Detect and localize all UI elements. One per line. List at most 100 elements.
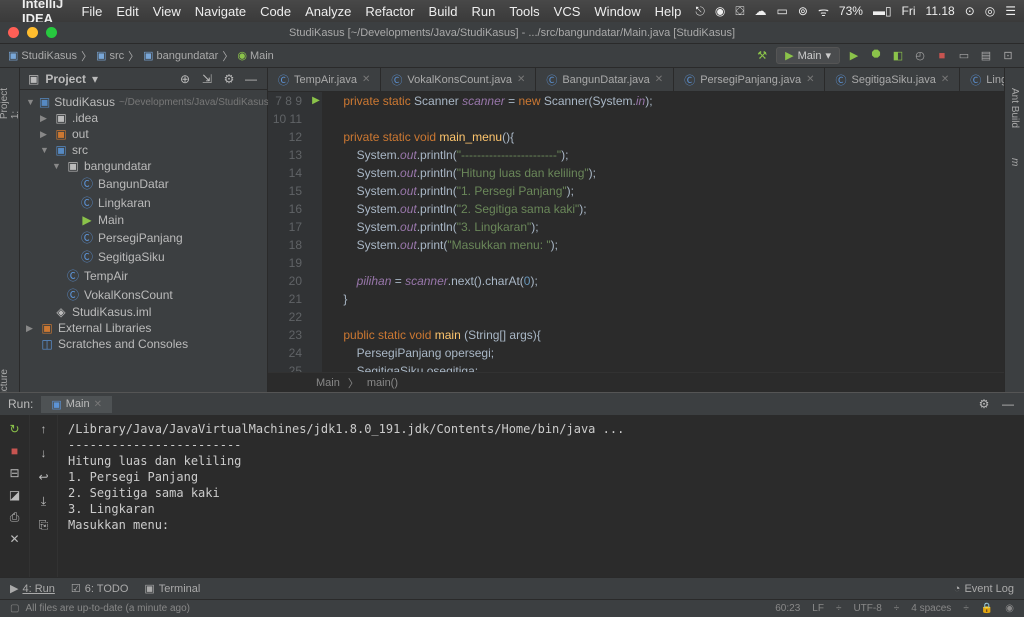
cloud-icon[interactable]: ☁ [755, 4, 767, 18]
down-icon[interactable]: ↓ [36, 445, 52, 461]
menu-edit[interactable]: Edit [116, 4, 138, 19]
profile-button[interactable]: ◴ [912, 48, 928, 64]
chevron-down-icon[interactable]: ▾ [92, 72, 98, 86]
editor-tab[interactable]: ⒸVokalKonsCount.java✕ [381, 68, 536, 91]
chevron-down-icon[interactable]: ▼ [52, 161, 62, 171]
breadcrumb-item[interactable]: ▣bangundatar [143, 49, 218, 62]
scroll-icon[interactable]: ⤓ [36, 493, 52, 509]
close-icon[interactable]: ✕ [517, 74, 525, 85]
event-log[interactable]: ◔Event Log [954, 583, 1014, 595]
lock-icon[interactable]: 🔒 [981, 603, 993, 614]
tree-item[interactable]: ◈StudiKasus.iml [26, 304, 261, 320]
tree-item-external-libs[interactable]: ▶▣External Libraries [26, 320, 261, 336]
export-icon[interactable]: ⎘ [36, 517, 52, 533]
tree-item[interactable]: ⒸPersegiPanjang [26, 228, 261, 247]
run-configuration-selector[interactable]: ▶ Main ▾ [776, 47, 840, 64]
siri-icon[interactable]: ◎ [985, 4, 995, 18]
menu-file[interactable]: File [81, 4, 102, 19]
chevron-right-icon[interactable]: ▶ [26, 323, 36, 334]
coverage-button[interactable]: ◧ [890, 48, 906, 64]
close-icon[interactable]: ✕ [655, 74, 663, 85]
gear-icon[interactable]: ⚙ [976, 396, 992, 412]
delete-icon[interactable]: ✕ [7, 531, 23, 547]
indent[interactable]: 4 spaces [911, 603, 951, 614]
console-output[interactable]: /Library/Java/JavaVirtualMachines/jdk1.8… [58, 415, 1024, 577]
tree-item[interactable]: ▼▣bangundatar [26, 158, 261, 174]
menu-code[interactable]: Code [260, 4, 291, 19]
tab-todo[interactable]: ☑6: TODO [71, 582, 128, 595]
panel-title[interactable]: Project [45, 72, 86, 86]
close-icon[interactable]: ✕ [941, 74, 949, 85]
code-editor[interactable]: 7 8 9 10 11 12 13 14 15 16 17 18 19 20 2… [268, 92, 1004, 372]
spotlight-icon[interactable]: ⊙ [965, 4, 975, 18]
menu-analyze[interactable]: Analyze [305, 4, 351, 19]
tree-item-scratches[interactable]: ◫Scratches and Consoles [26, 336, 261, 352]
tab-ant[interactable]: Ant Build [1009, 88, 1020, 128]
tree-item-root[interactable]: ▼ ▣ StudiKasus ~/Developments/Java/Studi… [26, 94, 261, 110]
pin-icon[interactable]: ◪ [7, 487, 23, 503]
tree-item[interactable]: ⒸTempAir [26, 266, 261, 285]
layout-icon[interactable]: ⊟ [7, 465, 23, 481]
tab-run[interactable]: ▶4: Run [10, 582, 55, 595]
inspector-icon[interactable]: ◉ [1005, 603, 1014, 614]
close-icon[interactable]: ✕ [94, 399, 102, 410]
editor-tab[interactable]: ⒸBangunDatar.java✕ [536, 68, 674, 91]
tree-item[interactable]: ⒸBangunDatar [26, 174, 261, 193]
tree-item[interactable]: ▶▣out [26, 126, 261, 142]
close-window-button[interactable] [8, 27, 19, 38]
time[interactable]: 11.18 [926, 4, 955, 18]
tab-project[interactable]: 1: Project [0, 88, 21, 119]
close-icon[interactable]: ✕ [806, 74, 814, 85]
editor-tab[interactable]: ⒸSegitigaSiku.java✕ [825, 68, 960, 91]
menu-run[interactable]: Run [471, 4, 495, 19]
menu-refactor[interactable]: Refactor [365, 4, 414, 19]
wifi-icon[interactable]: ⊚ [798, 4, 808, 18]
project-structure-icon[interactable]: ▤ [978, 48, 994, 64]
encoding[interactable]: UTF-8 [853, 603, 881, 614]
debug-button[interactable]: ⯃ [868, 48, 884, 64]
search-everywhere-icon[interactable]: ⊡ [1000, 48, 1016, 64]
chevron-down-icon[interactable]: ▼ [26, 97, 35, 107]
editor-tab[interactable]: ⒸPersegiPanjang.java✕ [674, 68, 825, 91]
chevron-right-icon[interactable]: ▶ [40, 129, 50, 140]
print-icon[interactable]: ⎙ [7, 509, 23, 525]
status-icon[interactable]: ▢ [10, 603, 19, 614]
chevron-down-icon[interactable]: ▼ [40, 145, 50, 155]
menu-navigate[interactable]: Navigate [195, 4, 246, 19]
tree-item[interactable]: ⒸLingkaran [26, 193, 261, 212]
menu-vcs[interactable]: VCS [554, 4, 581, 19]
wifi-icon[interactable]: ᯤ [818, 3, 829, 20]
dropbox-icon[interactable]: ⛋ [735, 4, 744, 19]
build-icon[interactable]: ⚒ [754, 48, 770, 64]
tree-item[interactable]: ▼▣src [26, 142, 261, 158]
menu-window[interactable]: Window [594, 4, 640, 19]
tree-item[interactable]: ⒸVokalKonsCount [26, 285, 261, 304]
gutter-marks[interactable]: ▶ [310, 92, 322, 372]
cast-icon[interactable]: ▭ [777, 4, 788, 18]
menu-icon[interactable]: ☰ [1005, 4, 1016, 18]
vcs-icon[interactable]: ▭ [956, 48, 972, 64]
wrap-icon[interactable]: ↩ [36, 469, 52, 485]
menu-help[interactable]: Help [655, 4, 682, 19]
chevron-right-icon[interactable]: ▶ [40, 113, 50, 124]
tree-item[interactable]: ▶Main [26, 212, 261, 228]
gear-icon[interactable]: ⚙ [221, 71, 237, 87]
cursor-position[interactable]: 60:23 [775, 603, 800, 614]
select-target-icon[interactable]: ⊕ [177, 71, 193, 87]
hide-icon[interactable]: — [1000, 396, 1016, 412]
up-icon[interactable]: ↑ [36, 421, 52, 437]
breadcrumb-class[interactable]: Main [316, 377, 340, 389]
line-separator[interactable]: LF [812, 603, 824, 614]
editor-tab[interactable]: ⒸLingkaran.java✕ [960, 68, 1004, 91]
tab-structure[interactable]: 7: Structure [0, 369, 21, 392]
run-tab[interactable]: ▣Main✕ [41, 396, 112, 413]
code-content[interactable]: private static Scanner scanner = new Sca… [322, 92, 1004, 372]
menu-view[interactable]: View [153, 4, 181, 19]
expand-icon[interactable]: ⇲ [199, 71, 215, 87]
breadcrumb-item[interactable]: ◉Main [237, 49, 273, 62]
tab-maven[interactable]: m [1009, 158, 1020, 166]
maximize-window-button[interactable] [46, 27, 57, 38]
tab-terminal[interactable]: ▣Terminal [144, 582, 200, 595]
breadcrumb-method[interactable]: main() [367, 377, 398, 389]
tree-item[interactable]: ⒸSegitigaSiku [26, 247, 261, 266]
